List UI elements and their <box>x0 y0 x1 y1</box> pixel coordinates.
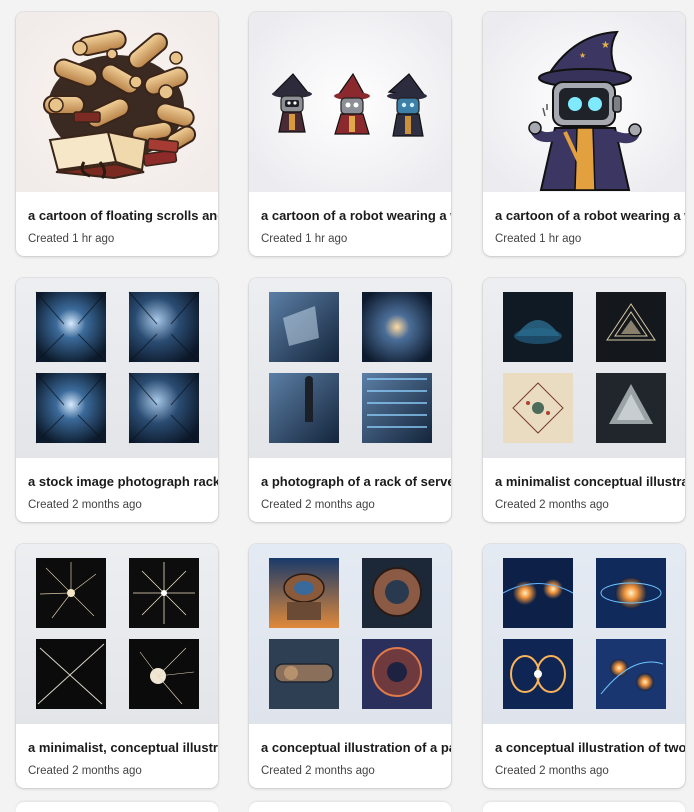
card-created-time: Created 2 months ago <box>261 765 375 777</box>
robot-wizard-illustration: ★ ★ <box>483 12 685 192</box>
gallery-card[interactable]: a photograph of a rack of servers Create… <box>249 278 451 522</box>
card-title: a cartoon of floating scrolls and books <box>28 208 218 223</box>
card-title: a cartoon of a robot wearing a wizard ha… <box>261 208 451 223</box>
card-title: a stock image photograph rack of servers <box>28 474 218 489</box>
card-created-time: Created 1 hr ago <box>495 233 582 245</box>
gallery-card-peek[interactable] <box>16 802 218 812</box>
card-created-time: Created 2 months ago <box>261 499 375 511</box>
card-thumbnail[interactable] <box>483 278 685 458</box>
starburst-collage <box>16 544 218 724</box>
gallery-card[interactable]: a conceptual illustration of two particl… <box>483 544 685 788</box>
svg-text:★: ★ <box>579 51 586 60</box>
gallery-card[interactable]: a stock image photograph rack of servers… <box>16 278 218 522</box>
particle-collision-collage <box>483 544 685 724</box>
card-thumbnail[interactable] <box>16 12 218 192</box>
gallery-card-peek[interactable] <box>483 802 685 812</box>
card-title: a minimalist, conceptual illustration <box>28 740 218 755</box>
card-created-time: Created 2 months ago <box>495 499 609 511</box>
svg-text:★: ★ <box>601 40 610 51</box>
card-title: a minimalist conceptual illustration <box>495 474 685 489</box>
scrolls-books-illustration <box>16 12 218 192</box>
card-created-time: Created 1 hr ago <box>261 233 348 245</box>
card-thumbnail[interactable] <box>249 12 451 192</box>
gallery-card-peek[interactable] <box>249 802 451 812</box>
card-created-time: Created 2 months ago <box>28 765 142 777</box>
three-robot-wizards-illustration <box>249 12 451 192</box>
card-thumbnail[interactable] <box>249 544 451 724</box>
gallery-card[interactable]: a cartoon of floating scrolls and books … <box>16 12 218 256</box>
gallery-card[interactable]: ★ ★ a cartoon of a robot wearing a Creat… <box>483 12 685 256</box>
card-thumbnail[interactable] <box>16 278 218 458</box>
server-rack-collage <box>249 278 451 458</box>
card-title: a conceptual illustration of a particle … <box>261 740 451 755</box>
gallery-card[interactable]: a minimalist, conceptual illustration Cr… <box>16 544 218 788</box>
card-thumbnail[interactable]: ★ ★ <box>483 12 685 192</box>
card-thumbnail[interactable] <box>483 544 685 724</box>
card-created-time: Created 2 months ago <box>28 499 142 511</box>
card-thumbnail[interactable] <box>16 544 218 724</box>
card-title: a photograph of a rack of servers <box>261 474 451 489</box>
gallery-card[interactable]: a cartoon of a robot wearing a wizard ha… <box>249 12 451 256</box>
image-gallery-grid: a cartoon of floating scrolls and books … <box>0 0 694 812</box>
server-room-collage <box>16 278 218 458</box>
gallery-card[interactable]: a conceptual illustration of a particle … <box>249 544 451 788</box>
particle-accelerator-collage <box>249 544 451 724</box>
card-title: a cartoon of a robot wearing a wizard ha… <box>495 208 685 223</box>
network-pyramid-collage <box>483 278 685 458</box>
card-created-time: Created 2 months ago <box>495 765 609 777</box>
card-created-time: Created 1 hr ago <box>28 233 115 245</box>
card-thumbnail[interactable] <box>249 278 451 458</box>
gallery-card[interactable]: a minimalist conceptual illustration Cre… <box>483 278 685 522</box>
card-title: a conceptual illustration of two particl… <box>495 740 685 755</box>
